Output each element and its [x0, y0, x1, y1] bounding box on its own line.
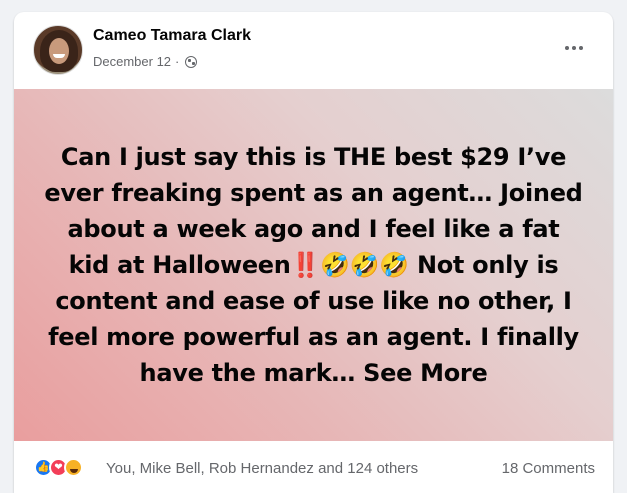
more-dot-icon	[579, 46, 583, 50]
comments-count-link[interactable]: 18 Comments	[502, 460, 595, 477]
post-date[interactable]: December 12	[93, 54, 171, 69]
more-dot-icon	[565, 46, 569, 50]
post-header: Cameo Tamara Clark December 12 ·	[14, 12, 613, 89]
avatar-face	[49, 38, 69, 64]
post-card: Cameo Tamara Clark December 12 · Can I j…	[14, 12, 613, 493]
more-options-button[interactable]	[560, 38, 588, 58]
post-footer: 👍 ❤ You, Mike Bell, Rob Hernandez and 12…	[14, 441, 613, 493]
avatar[interactable]	[33, 25, 83, 75]
post-text[interactable]: Can I just say this is THE best $29 I’ve…	[44, 139, 584, 391]
haha-icon	[64, 458, 83, 477]
author-name[interactable]: Cameo Tamara Clark	[93, 27, 251, 45]
more-dot-icon	[572, 46, 576, 50]
reaction-icons[interactable]: 👍 ❤	[34, 458, 83, 477]
reactors-summary[interactable]: You, Mike Bell, Rob Hernandez and 124 ot…	[106, 460, 418, 477]
post-text-background: Can I just say this is THE best $29 I’ve…	[14, 89, 613, 441]
meta-separator: ·	[175, 54, 180, 69]
post-meta: December 12 ·	[93, 54, 198, 69]
globe-icon[interactable]	[185, 55, 198, 68]
